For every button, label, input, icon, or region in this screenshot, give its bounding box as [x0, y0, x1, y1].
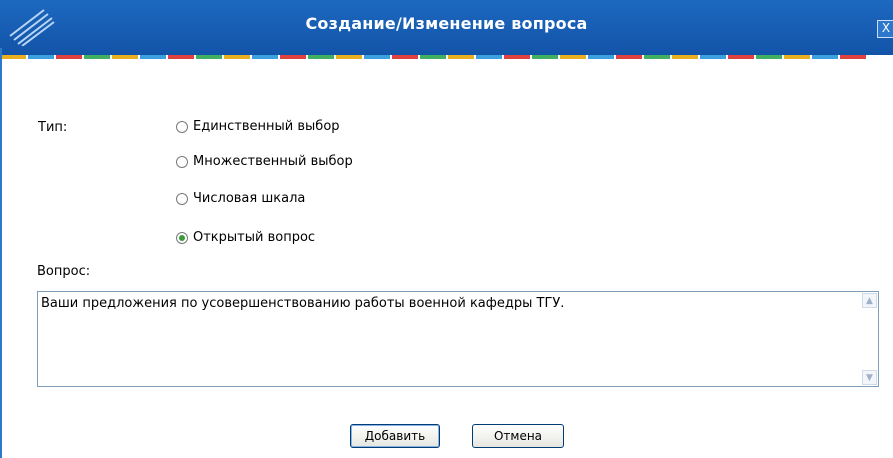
radio-label: Множественный выбор — [193, 154, 353, 169]
question-label: Вопрос: — [37, 264, 91, 279]
radio-circle[interactable] — [176, 120, 188, 133]
question-dialog: Создание/Изменение вопроса X Тип: Единст… — [0, 0, 893, 458]
radio-open-question[interactable]: Открытый вопрос — [176, 230, 315, 245]
radio-multiple-choice[interactable]: Множественный выбор — [176, 154, 353, 169]
radio-label: Единственный выбор — [193, 119, 340, 134]
decorative-stripe — [0, 44, 893, 59]
radio-label: Числовая шкала — [193, 191, 306, 206]
type-label: Тип: — [38, 120, 68, 135]
scroll-down-icon[interactable]: ▼ — [862, 370, 877, 385]
question-text: Ваши предложения по усовершенствованию р… — [41, 296, 565, 311]
textarea-scrollbar[interactable]: ▲ ▼ — [861, 292, 878, 386]
radio-circle[interactable] — [176, 192, 188, 205]
radio-numeric-scale[interactable]: Числовая шкала — [176, 191, 305, 206]
dialog-title: Создание/Изменение вопроса — [305, 14, 588, 33]
radio-label: Открытый вопрос — [193, 230, 316, 245]
radio-circle-checked[interactable] — [176, 231, 188, 244]
cancel-button[interactable]: Отмена — [472, 424, 564, 448]
radio-circle[interactable] — [176, 155, 188, 168]
question-textarea[interactable]: Ваши предложения по усовершенствованию р… — [37, 291, 879, 387]
close-button[interactable]: X — [877, 20, 893, 38]
dialog-border — [0, 48, 2, 458]
radio-single-choice[interactable]: Единственный выбор — [176, 119, 340, 134]
scroll-up-icon[interactable]: ▲ — [862, 293, 877, 308]
add-button[interactable]: Добавить — [350, 424, 440, 448]
